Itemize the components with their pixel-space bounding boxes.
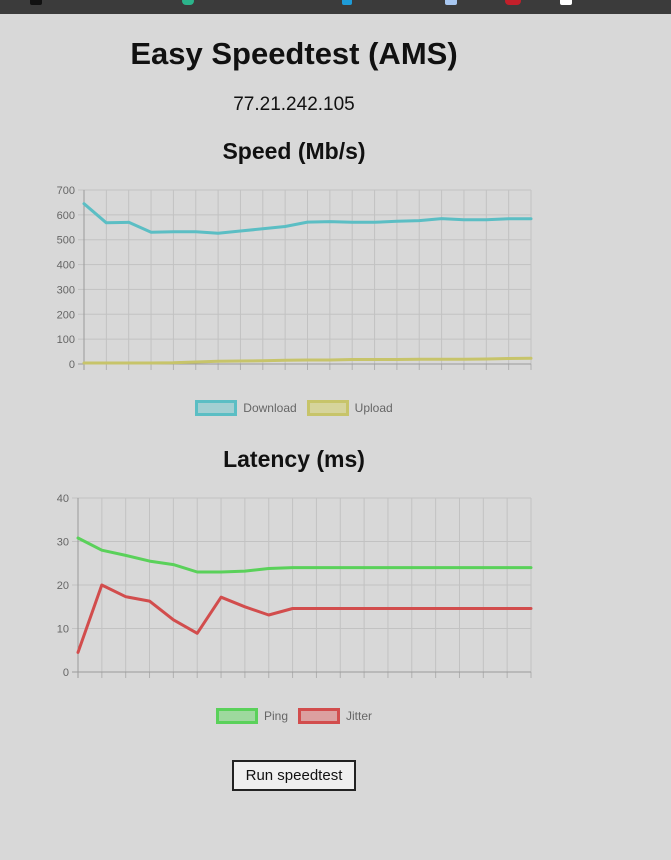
legend-item-download[interactable]: Download bbox=[195, 400, 297, 416]
upload-swatch bbox=[306, 400, 349, 416]
series-line-jitter bbox=[76, 583, 533, 654]
bookmark-icon[interactable] bbox=[342, 0, 352, 5]
y-tick-label: 200 bbox=[57, 309, 75, 321]
bookmark-icon[interactable] bbox=[30, 0, 42, 5]
y-tick-label: 400 bbox=[57, 260, 75, 272]
legend-label-jitter: Jitter bbox=[346, 709, 373, 723]
download-swatch bbox=[195, 400, 238, 416]
legend-label-ping: Ping bbox=[263, 709, 288, 723]
latency-chart: 0 10 20 30 40 bbox=[57, 493, 533, 679]
bookmark-icon[interactable] bbox=[505, 0, 521, 5]
legend-item-upload[interactable]: Upload bbox=[306, 400, 393, 416]
legend-label-download: Download bbox=[243, 401, 297, 415]
latency-legend: Ping Jitter bbox=[0, 708, 588, 724]
speed-chart: 0 100 200 300 400 500 600 700 bbox=[57, 185, 533, 371]
y-tick-label: 500 bbox=[57, 235, 75, 247]
speed-legend: Download Upload bbox=[0, 400, 588, 416]
y-tick-label: 700 bbox=[57, 185, 75, 197]
y-tick-label: 600 bbox=[57, 210, 75, 222]
browser-bookmarks-bar bbox=[0, 0, 671, 14]
speed-chart-title: Speed (Mb/s) bbox=[222, 138, 366, 164]
bookmark-icon[interactable] bbox=[182, 0, 194, 5]
y-tick-label: 40 bbox=[57, 493, 69, 505]
y-tick-label: 20 bbox=[57, 580, 69, 592]
legend-item-jitter[interactable]: Jitter bbox=[298, 708, 372, 724]
bookmark-icon[interactable] bbox=[560, 0, 572, 5]
jitter-swatch bbox=[298, 708, 340, 724]
y-tick-label: 30 bbox=[57, 537, 69, 549]
y-tick-label: 0 bbox=[63, 667, 69, 679]
bookmark-icon[interactable] bbox=[445, 0, 457, 5]
page-title: Easy Speedtest (AMS) bbox=[130, 36, 458, 71]
series-line-ping bbox=[76, 536, 533, 574]
ping-swatch bbox=[215, 708, 258, 724]
y-tick-label: 100 bbox=[57, 334, 75, 346]
legend-item-ping[interactable]: Ping bbox=[215, 708, 288, 724]
run-speedtest-button[interactable]: Run speedtest bbox=[232, 760, 356, 791]
latency-chart-title: Latency (ms) bbox=[223, 446, 365, 472]
y-tick-label: 0 bbox=[69, 359, 75, 371]
ip-address: 77.21.242.105 bbox=[233, 94, 355, 115]
legend-label-upload: Upload bbox=[354, 401, 393, 415]
y-tick-label: 10 bbox=[57, 624, 69, 636]
y-tick-label: 300 bbox=[57, 284, 75, 296]
